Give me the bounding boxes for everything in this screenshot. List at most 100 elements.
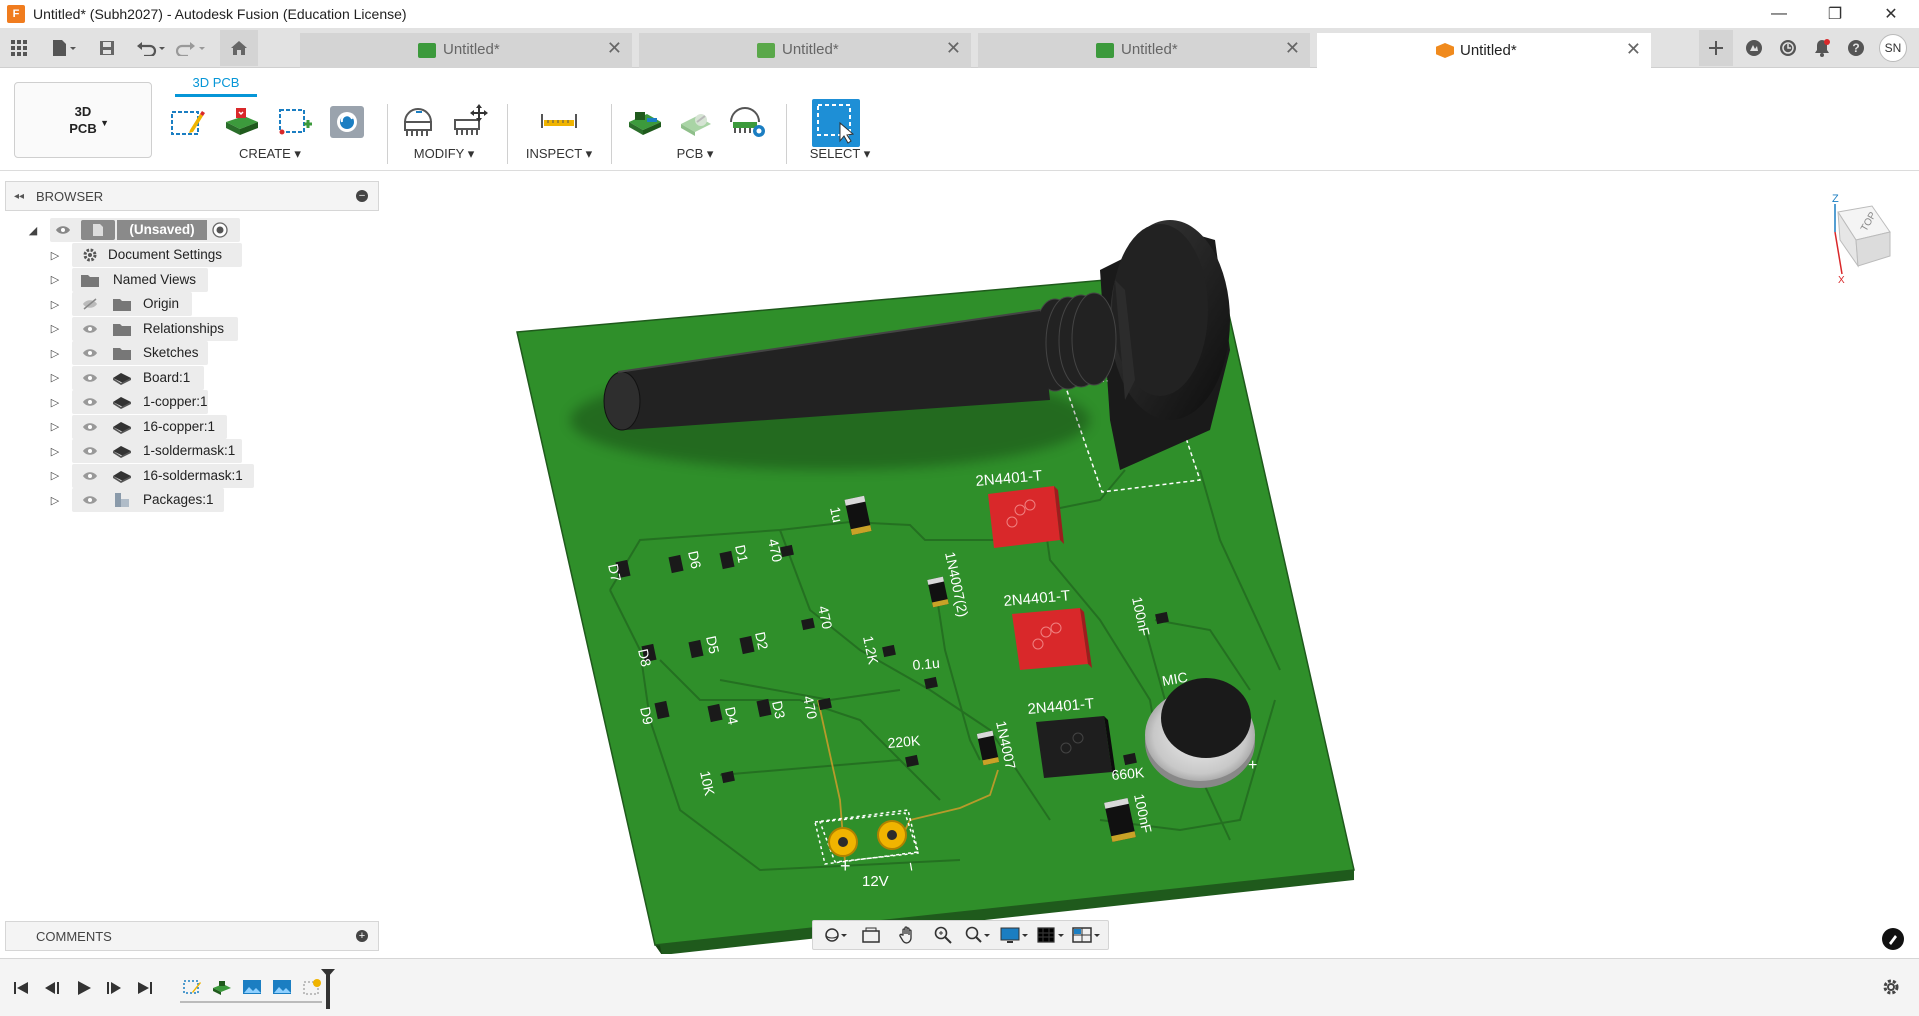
viewports-icon[interactable] <box>1072 923 1101 947</box>
help-icon[interactable]: ? <box>1839 31 1873 65</box>
view-cube[interactable]: Z X TOP <box>1828 192 1894 289</box>
timeline-playhead[interactable] <box>326 971 330 1009</box>
go-to-start-icon[interactable] <box>10 977 32 999</box>
visibility-eye-icon[interactable] <box>81 418 99 436</box>
modify-group-label[interactable]: MODIFY ▾ <box>394 146 494 162</box>
redo-icon[interactable] <box>172 33 210 63</box>
tab-3d-pcb[interactable]: 3D PCB <box>175 75 257 97</box>
add-region-icon[interactable] <box>275 101 315 141</box>
expand-triangle-icon[interactable]: ▷ <box>49 249 61 262</box>
collapse-panel-icon[interactable]: ◂◂ <box>6 191 32 202</box>
timeline-board-icon[interactable] <box>210 976 234 998</box>
file-menu-icon[interactable] <box>44 33 84 63</box>
pcb-3d-model[interactable]: 2N4401-T 2N4401-T 2N4401-T MIC + + − 12V… <box>380 172 1919 955</box>
tree-root-row[interactable]: ◢ (Unsaved) <box>5 217 379 243</box>
workspace-switcher[interactable]: 3D PCB ▼ <box>14 82 152 158</box>
timeline-image-icon[interactable] <box>240 976 264 998</box>
activate-radio-icon[interactable] <box>211 221 229 239</box>
document-tab-4-active[interactable]: Untitled* ✕ <box>1317 33 1651 69</box>
browser-item-sketches[interactable]: ▷ Sketches <box>5 340 379 366</box>
extensions-icon[interactable] <box>1737 31 1771 65</box>
minimize-panel-icon[interactable]: – <box>356 190 368 202</box>
app-grid-icon[interactable] <box>4 33 34 63</box>
browser-item-16-copper-1[interactable]: ▷ 16-copper:1 <box>5 414 379 440</box>
visibility-eye-icon[interactable] <box>81 491 99 509</box>
expand-triangle-icon[interactable]: ▷ <box>49 371 61 384</box>
sketch-icon[interactable] <box>167 101 207 141</box>
maximize-button[interactable]: ❐ <box>1807 0 1863 28</box>
create-group-label[interactable]: CREATE ▾ <box>165 146 375 162</box>
expand-triangle-icon[interactable]: ◢ <box>27 224 39 237</box>
fit-zoom-icon[interactable] <box>964 923 992 947</box>
create-board-icon[interactable] <box>221 101 261 141</box>
derive-icon[interactable] <box>327 101 367 141</box>
document-tab-2[interactable]: Untitled* ✕ <box>639 33 971 68</box>
visibility-eye-icon[interactable] <box>81 295 99 313</box>
step-back-icon[interactable] <box>41 977 63 999</box>
browser-item-board-1[interactable]: ▷ Board:1 <box>5 365 379 391</box>
expand-triangle-icon[interactable]: ▷ <box>49 469 61 482</box>
select-icon[interactable] <box>812 99 860 147</box>
pcb-board-icon[interactable] <box>624 101 664 141</box>
expand-triangle-icon[interactable]: ▷ <box>49 298 61 311</box>
expand-triangle-icon[interactable]: ▷ <box>49 273 61 286</box>
close-tab-icon[interactable]: ✕ <box>607 38 622 59</box>
grid-snaps-icon[interactable] <box>1036 923 1065 947</box>
visibility-eye-icon[interactable] <box>81 344 99 362</box>
close-tab-icon[interactable]: ✕ <box>946 38 961 59</box>
save-icon[interactable] <box>92 33 122 63</box>
play-icon[interactable] <box>73 977 95 999</box>
visibility-eye-icon[interactable] <box>81 467 99 485</box>
browser-item-1-soldermask-1[interactable]: ▷ 1-soldermask:1 <box>5 438 379 464</box>
package-icon[interactable] <box>398 101 438 141</box>
document-tab-3[interactable]: Untitled* ✕ <box>978 33 1310 68</box>
expand-triangle-icon[interactable]: ▷ <box>49 396 61 409</box>
close-tab-icon[interactable]: ✕ <box>1626 39 1641 60</box>
timeline-sketch-icon[interactable] <box>180 976 204 998</box>
expand-triangle-icon[interactable]: ▷ <box>49 322 61 335</box>
expand-triangle-icon[interactable]: ▷ <box>49 494 61 507</box>
browser-item-origin[interactable]: ▷ Origin <box>5 291 379 317</box>
visibility-eye-icon[interactable] <box>81 320 99 338</box>
select-group-label[interactable]: SELECT ▾ <box>795 146 885 162</box>
undo-icon[interactable] <box>132 33 170 63</box>
timeline-image-icon-2[interactable] <box>270 976 294 998</box>
visibility-eye-icon[interactable] <box>81 442 99 460</box>
pan-icon[interactable] <box>893 923 921 947</box>
browser-item-relationships[interactable]: ▷ Relationships <box>5 316 379 342</box>
job-status-icon[interactable] <box>1771 31 1805 65</box>
expand-triangle-icon[interactable]: ▷ <box>49 347 61 360</box>
browser-item-packages-1[interactable]: ▷ Packages:1 <box>5 487 379 513</box>
minimize-button[interactable]: — <box>1751 0 1807 28</box>
orbit-icon[interactable] <box>821 923 849 947</box>
notifications-icon[interactable] <box>1805 31 1839 65</box>
visibility-eye-icon[interactable] <box>54 221 72 239</box>
expand-triangle-icon[interactable]: ▷ <box>49 445 61 458</box>
timeline-derive-icon[interactable] <box>300 976 324 998</box>
user-avatar[interactable]: SN <box>1879 34 1907 62</box>
pcb-settings-icon[interactable] <box>728 101 768 141</box>
close-tab-icon[interactable]: ✕ <box>1285 38 1300 59</box>
feedback-bubble-icon[interactable] <box>1882 928 1904 950</box>
browser-item-document-settings[interactable]: ▷ Document Settings <box>5 242 379 268</box>
pcb-group-label[interactable]: PCB ▾ <box>620 146 770 162</box>
move-package-icon[interactable] <box>450 101 490 141</box>
visibility-eye-icon[interactable] <box>81 393 99 411</box>
look-at-icon[interactable] <box>857 923 885 947</box>
display-settings-icon[interactable] <box>1000 923 1029 947</box>
visibility-eye-icon[interactable] <box>81 369 99 387</box>
measure-icon[interactable] <box>539 101 579 141</box>
step-forward-icon[interactable] <box>103 977 125 999</box>
add-comment-icon[interactable]: + <box>356 930 368 942</box>
3d-viewport[interactable]: 2N4401-T 2N4401-T 2N4401-T MIC + + − 12V… <box>380 172 1919 955</box>
zoom-icon[interactable] <box>929 923 957 947</box>
browser-item-1-copper-1[interactable]: ▷ 1-copper:1 <box>5 389 379 415</box>
browser-item-named-views[interactable]: ▷ Named Views <box>5 267 379 293</box>
pcb-sync-icon[interactable] <box>676 101 716 141</box>
inspect-group-label[interactable]: INSPECT ▾ <box>515 146 603 162</box>
expand-triangle-icon[interactable]: ▷ <box>49 420 61 433</box>
go-to-end-icon[interactable] <box>134 977 156 999</box>
browser-item-16-soldermask-1[interactable]: ▷ 16-soldermask:1 <box>5 463 379 489</box>
timeline-settings-gear-icon[interactable] <box>1881 977 1901 1003</box>
close-window-button[interactable]: ✕ <box>1863 0 1919 28</box>
